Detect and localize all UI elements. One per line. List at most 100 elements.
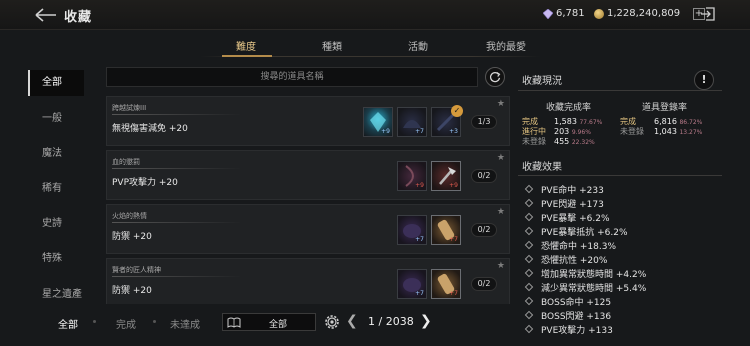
separator <box>93 320 96 323</box>
item-slot[interactable]: +7 <box>397 215 427 245</box>
item-slot[interactable]: +7 <box>431 269 461 299</box>
collection-category: 賢者的匠人精神 <box>112 266 161 274</box>
sidebar-item-rare[interactable]: 稀有 <box>28 176 84 202</box>
gear-icon[interactable] <box>322 312 342 332</box>
stat-percent: 13.27% <box>679 129 703 136</box>
divider <box>112 276 242 277</box>
divider <box>112 168 242 169</box>
gem-amount: 6,781 <box>556 8 585 19</box>
stat-value: 6,816 <box>654 117 677 126</box>
collection-progress: 0/2 <box>471 169 497 183</box>
item-slot[interactable]: +7 <box>431 215 461 245</box>
book-icon <box>227 317 241 328</box>
diamond-bullet-icon <box>524 254 534 264</box>
sidebar-item-star-legacy[interactable]: 星之遺產 <box>28 282 84 308</box>
enhance-level: +7 <box>449 290 458 297</box>
book-filter-select[interactable]: 全部 <box>222 313 316 331</box>
separator <box>153 320 156 323</box>
favorite-star-icon[interactable]: ★ <box>497 99 505 109</box>
item-slot[interactable]: +9 <box>363 107 393 137</box>
diamond-bullet-icon <box>524 282 534 292</box>
enhance-level: +3 <box>449 128 458 135</box>
effect-item: PVE暴擊抵抗 +6.2% <box>524 225 628 238</box>
diamond-bullet-icon <box>524 240 534 250</box>
collection-effect: 無視傷害減免 +20 <box>112 124 188 134</box>
favorite-star-icon[interactable]: ★ <box>497 207 505 217</box>
item-slot[interactable]: +3 ✓ <box>431 105 463 137</box>
tab-favorites[interactable]: 我的最愛 <box>486 38 526 53</box>
tab-type[interactable]: 種類 <box>322 38 342 53</box>
gold-amount: 1,228,240,809 <box>607 8 681 19</box>
collection-category: 火焰的熱情 <box>112 212 147 220</box>
filter-complete[interactable]: 完成 <box>116 316 136 331</box>
top-bar: 收藏 6,781 1,228,240,809 + <box>0 0 750 30</box>
diamond-bullet-icon <box>524 212 534 222</box>
bottom-bar: 全部 完成 未達成 全部 ❮ 1 / 2038 ❯ <box>0 307 512 339</box>
item-slot[interactable]: +9 <box>431 161 461 191</box>
sidebar-item-epic[interactable]: 史詩 <box>28 211 84 237</box>
collection-category: 跨越試煉III <box>112 104 147 112</box>
sidebar-item-normal[interactable]: 一般 <box>28 106 84 132</box>
filter-incomplete[interactable]: 未達成 <box>170 316 200 331</box>
sidebar-item-all[interactable]: 全部 <box>28 70 84 96</box>
back-arrow-icon[interactable] <box>34 6 58 24</box>
favorite-star-icon[interactable]: ★ <box>497 261 505 271</box>
diamond-bullet-icon <box>524 226 534 236</box>
registration-rate-heading: 道具登錄率 <box>642 103 688 113</box>
filter-all[interactable]: 全部 <box>58 316 78 331</box>
effect-item: 增加異常狀態時間 +4.2% <box>524 267 646 280</box>
tab-event[interactable]: 活動 <box>408 38 428 53</box>
collection-list: 跨越試煉III 無視傷害減免 +20 +9 +7 +3 ✓ 1/3 ★ 血的懲罰… <box>106 96 510 304</box>
effect-item: PVE命中 +233 <box>524 183 604 196</box>
diamond-bullet-icon <box>524 198 534 208</box>
favorite-star-icon[interactable]: ★ <box>497 153 505 163</box>
stat-value: 455 <box>554 137 570 146</box>
gold-coin-icon <box>594 8 604 19</box>
refresh-icon[interactable] <box>485 67 505 87</box>
status-title: 收藏現況 <box>522 76 562 87</box>
completion-rate-heading: 收藏完成率 <box>546 103 592 113</box>
info-button[interactable]: ! <box>694 70 714 90</box>
stat-label: 未登錄 <box>620 127 644 136</box>
stat-percent: 9.96% <box>571 129 591 136</box>
diamond-bullet-icon <box>524 296 534 306</box>
sidebar-item-magic[interactable]: 魔法 <box>28 141 84 167</box>
collection-progress: 0/2 <box>471 277 497 291</box>
tab-difficulty[interactable]: 難度 <box>236 38 256 53</box>
search-input[interactable]: 搜尋的道具名稱 <box>106 67 478 87</box>
effect-item: 減少異常狀態時間 +5.4% <box>524 281 646 294</box>
sidebar-item-special[interactable]: 特殊 <box>28 246 84 272</box>
stat-percent: 77.67% <box>579 119 603 126</box>
collection-effect: 防禦 +20 <box>112 286 152 296</box>
divider <box>112 222 242 223</box>
collection-progress: 0/2 <box>471 223 497 237</box>
exit-icon[interactable] <box>700 6 716 22</box>
stat-value: 203 <box>554 127 570 136</box>
item-slot[interactable]: +9 <box>397 161 427 191</box>
collection-category: 血的懲罰 <box>112 158 140 166</box>
stat-value: 1,583 <box>554 117 577 126</box>
stat-percent: 86.72% <box>679 119 703 126</box>
enhance-level: +9 <box>381 128 390 135</box>
status-panel: 收藏現況 ! 收藏完成率 道具登錄率 完成 1,583 77.67% 進行中 203… <box>518 66 722 336</box>
collection-card[interactable]: 火焰的熱情 防禦 +20 +7 +7 0/2 ★ <box>106 204 510 254</box>
stat-value: 1,043 <box>654 127 677 136</box>
prev-page-icon[interactable]: ❮ <box>346 313 358 329</box>
next-page-icon[interactable]: ❯ <box>420 313 432 329</box>
category-sidebar: 全部 一般 魔法 稀有 史詩 特殊 星之遺產 <box>28 66 84 302</box>
diamond-bullet-icon <box>524 324 534 334</box>
check-icon: ✓ <box>451 105 463 117</box>
collection-card[interactable]: 跨越試煉III 無視傷害減免 +20 +9 +7 +3 ✓ 1/3 ★ <box>106 96 510 146</box>
enhance-level: +9 <box>449 182 458 189</box>
effect-item: PVE閃避 +173 <box>524 197 604 210</box>
item-slot[interactable]: +7 <box>397 107 427 137</box>
enhance-level: +7 <box>449 236 458 243</box>
effect-item: PVE攻擊力 +133 <box>524 323 613 334</box>
enhance-level: +7 <box>415 236 424 243</box>
page-title: 收藏 <box>64 10 93 25</box>
collection-card[interactable]: 血的懲罰 PVP攻擊力 +20 +9 +9 0/2 ★ <box>106 150 510 200</box>
item-slot[interactable]: +7 <box>397 269 427 299</box>
collection-card[interactable]: 賢者的匠人精神 防禦 +20 +7 +7 0/2 ★ <box>106 258 510 304</box>
divider <box>518 90 722 91</box>
gem-currency: 6,781 <box>543 8 585 19</box>
